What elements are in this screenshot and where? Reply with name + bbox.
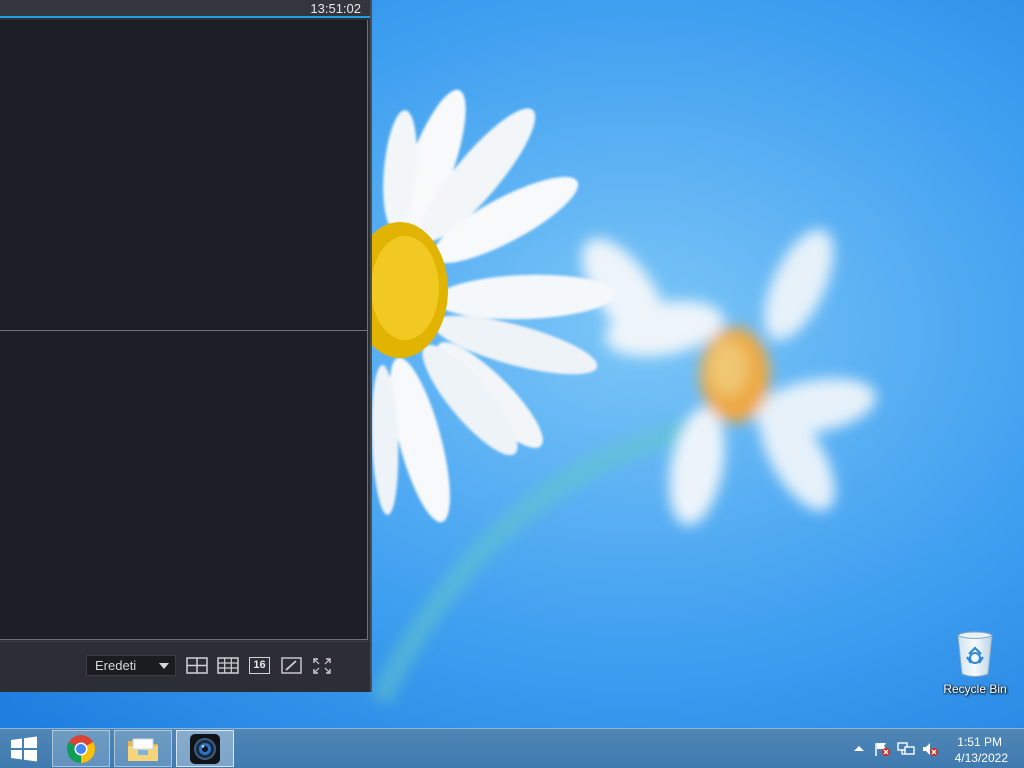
pencil-icon (280, 657, 302, 674)
viewer-titlebar: 13:51:02 (0, 0, 370, 18)
layout-4-button[interactable] (186, 656, 208, 675)
taskbar: 1:51 PM 4/13/2022 (0, 728, 1024, 768)
recycle-bin-icon (957, 631, 993, 677)
taskbar-camera-viewer-button[interactable] (176, 730, 234, 767)
recycle-bin-label: Recycle Bin (943, 682, 1007, 696)
chevron-down-icon (159, 663, 169, 669)
grid-9-icon (217, 657, 239, 674)
chrome-icon (67, 734, 95, 763)
windows-logo-icon (11, 736, 37, 762)
tray-clock-date[interactable]: 4/13/2022 (938, 751, 1008, 765)
video-pane-2[interactable] (0, 330, 368, 640)
tray-clock-time[interactable]: 1:51 PM (932, 735, 1002, 749)
layout-9-button[interactable] (217, 656, 239, 675)
viewer-toolbar: Eredeti 16 (0, 641, 370, 692)
video-pane-1[interactable] (0, 20, 368, 331)
grid-4-icon (186, 657, 208, 674)
camera-icon (190, 733, 220, 764)
camera-viewer-window: 13:51:02 Eredeti 16 (0, 0, 372, 692)
fullscreen-icon (313, 657, 331, 674)
start-button[interactable] (0, 729, 48, 768)
fullscreen-button[interactable] (311, 656, 333, 675)
folder-icon (128, 738, 158, 761)
view-mode-value: Eredeti (95, 658, 137, 673)
network-icon[interactable] (897, 741, 915, 757)
edit-layout-button[interactable] (280, 656, 302, 675)
viewer-clock: 13:51:02 (310, 1, 361, 16)
show-hidden-icons-icon[interactable] (850, 741, 868, 757)
taskbar-explorer-button[interactable] (114, 730, 172, 767)
layout-16-button[interactable]: 16 (249, 657, 270, 674)
action-center-flag-icon[interactable] (873, 741, 891, 757)
recycle-bin[interactable]: Recycle Bin (938, 628, 1012, 700)
view-mode-select[interactable]: Eredeti (86, 655, 176, 676)
taskbar-chrome-button[interactable] (52, 730, 110, 767)
